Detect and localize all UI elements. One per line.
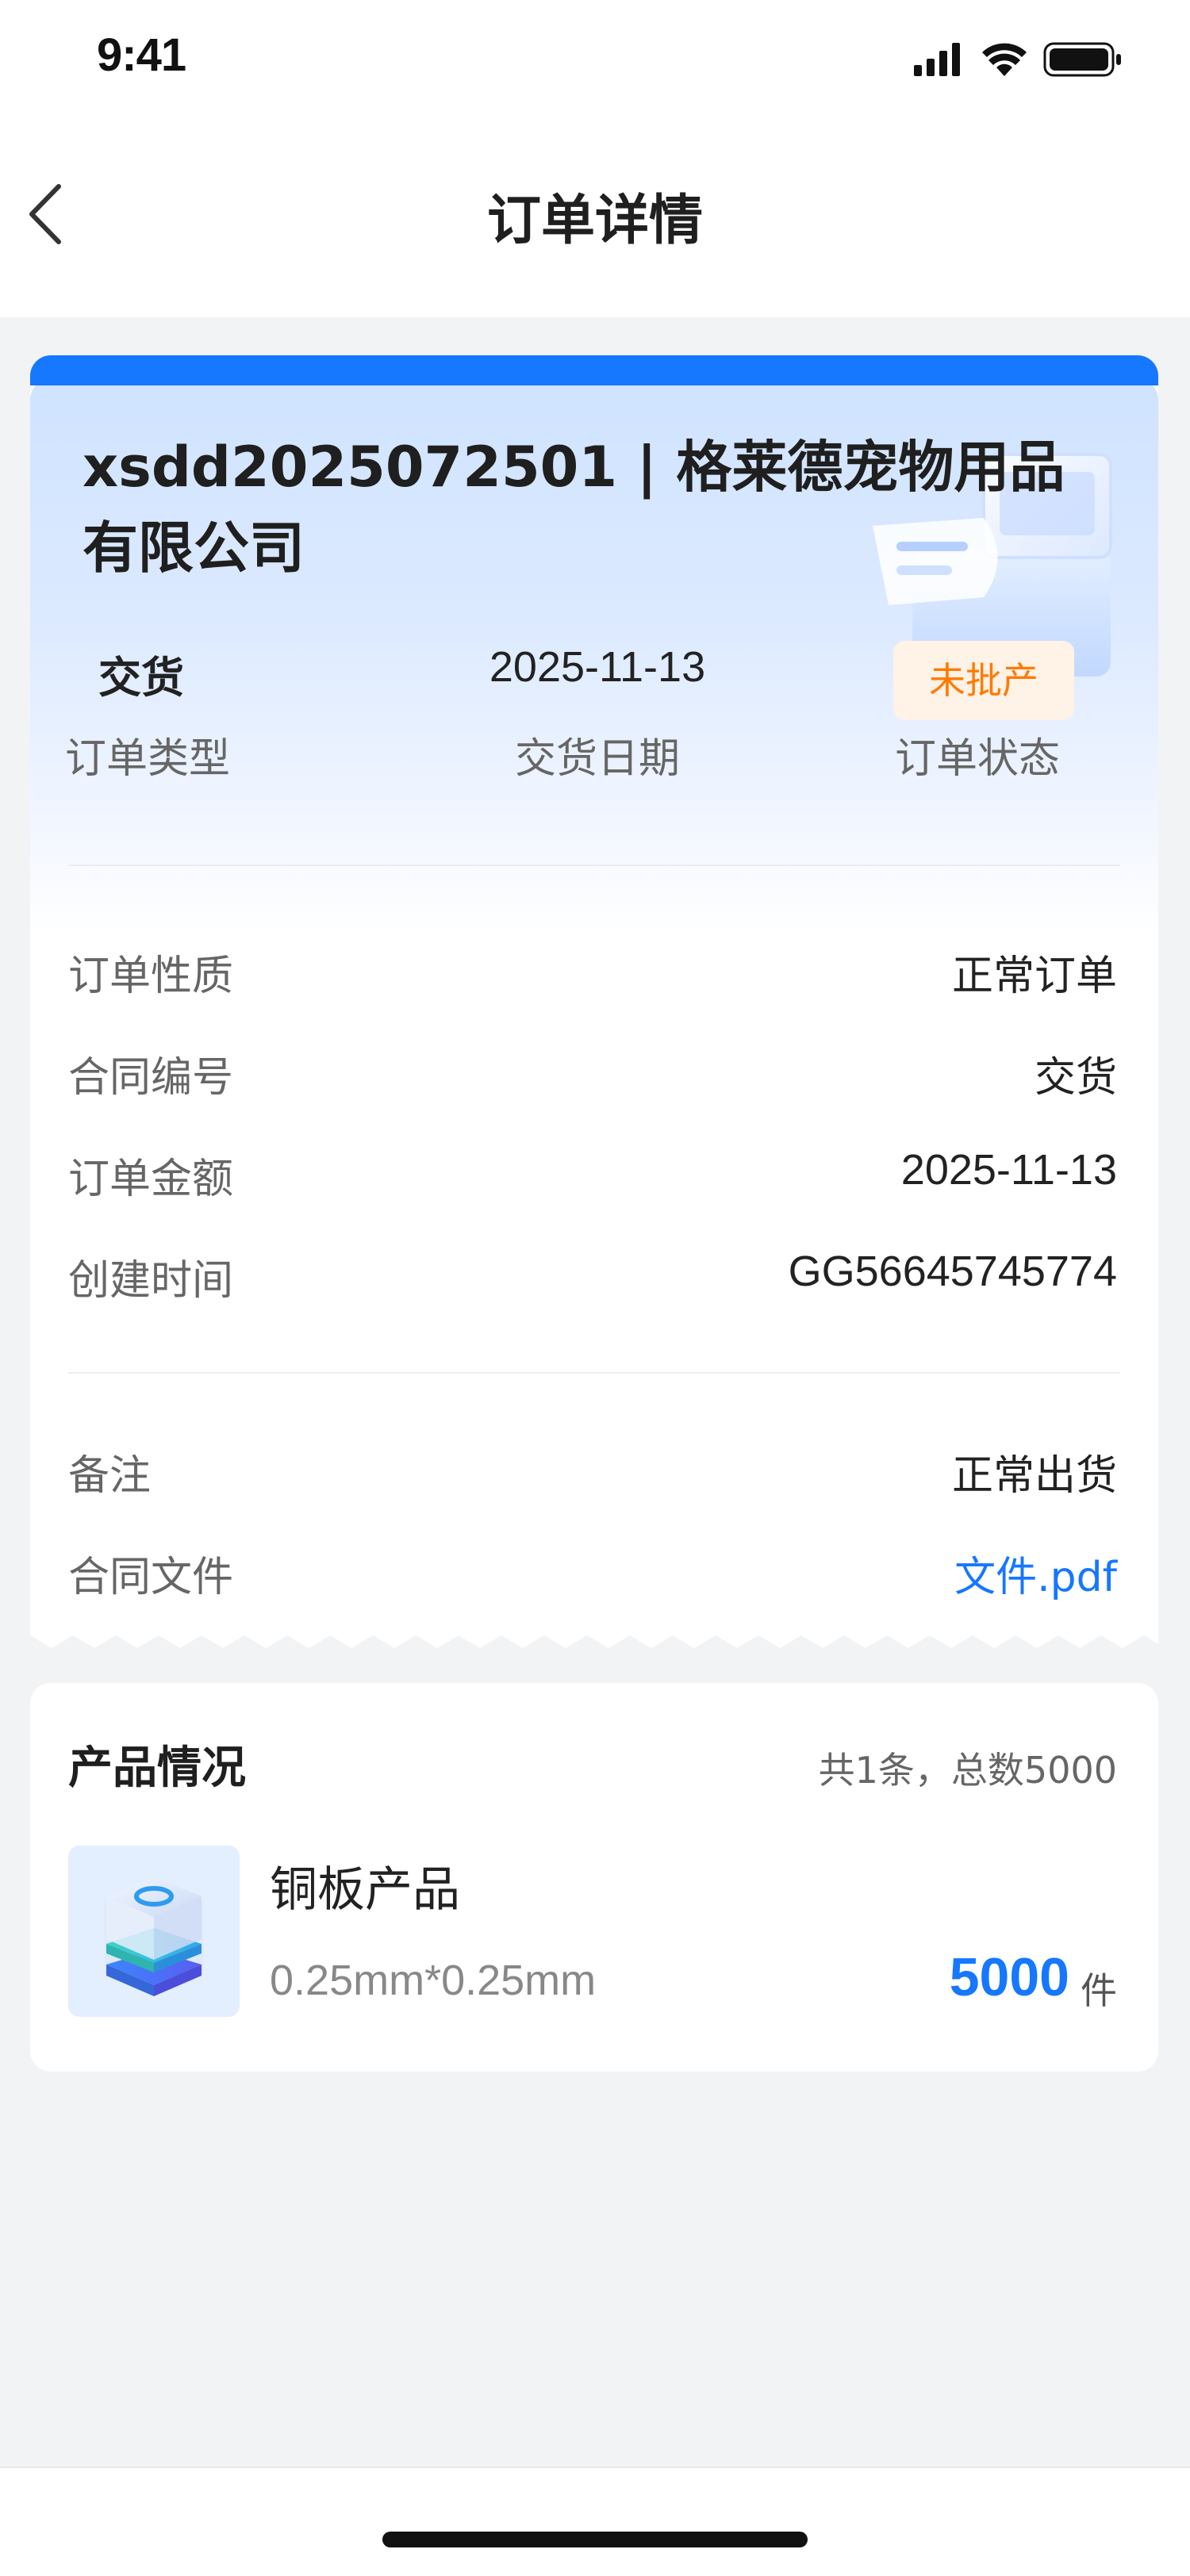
product-summary: 共1条，总数5000 [818,1749,1117,1792]
top-bar: 9:41 订单详情 [0,0,1190,317]
product-section-title: 产品情况 [68,1742,246,1794]
wifi-icon [982,43,1027,76]
product-quantity: 5000 [949,1947,1069,2007]
product-card: 产品情况 共1条，总数5000 铜板产品 0.25mm*0.25mm 5000 … [30,1683,1158,2072]
signal-icon [914,43,960,76]
home-indicator[interactable] [382,2532,808,2547]
notes-label: 备注 [68,1452,152,1500]
order-card: xsdd2025072501 | 格莱德宠物用品有限公司 交货 2025-11-… [30,355,1158,1650]
divider [68,1372,1120,1374]
detail-label-contract-no: 合同编号 [68,1054,234,1102]
detail-value-nature: 正常订单 [951,953,1117,1000]
contract-file-link[interactable]: 文件.pdf [954,1543,1117,1603]
notes-value: 正常出货 [951,1452,1117,1500]
status-time: 9:41 [97,29,186,81]
detail-label-nature: 订单性质 [68,953,234,1000]
detail-value-amount: 2025-11-13 [900,1146,1117,1194]
order-title: xsdd2025072501 | 格莱德宠物用品有限公司 [83,435,1065,581]
order-status-label: 订单状态 [895,735,1061,783]
battery-icon [1043,42,1121,77]
detail-value-contract-no: 交货 [1034,1054,1117,1102]
status-icons [914,42,1121,77]
product-name: 铜板产品 [270,1862,460,1918]
order-card-accent-line [30,355,1158,385]
divider [68,864,1120,866]
detail-label-created: 创建时间 [68,1257,234,1305]
product-spec: 0.25mm*0.25mm [270,1957,597,2004]
status-badge: 未批产 [893,641,1074,720]
contract-file-label: 合同文件 [68,1554,234,1601]
receipt-edge [30,1635,1158,1650]
product-cube-icon [68,1846,240,2017]
product-unit: 件 [1081,1969,1117,2012]
detail-label-amount: 订单金额 [68,1156,234,1203]
page-title: 订单详情 [486,190,703,252]
home-indicator-area [0,2467,1190,2576]
detail-value-created: GG56645745774 [788,1248,1117,1295]
